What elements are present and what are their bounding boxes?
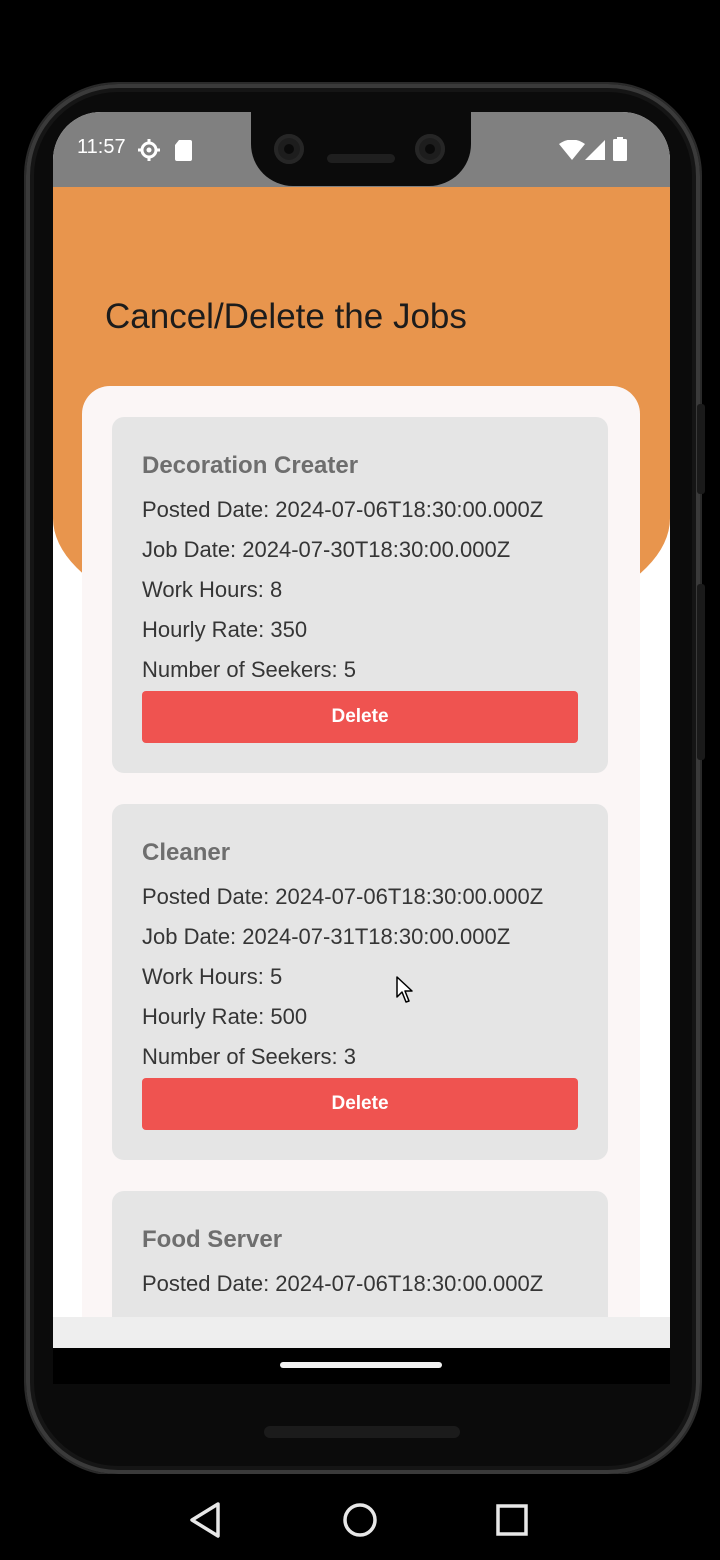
bottom-edge: [53, 1317, 670, 1348]
settings-icon: [138, 139, 160, 161]
navigation-bar: [0, 1474, 720, 1560]
delete-button[interactable]: Delete: [142, 691, 578, 743]
front-camera: [274, 134, 304, 164]
job-card: Cleaner Posted Date: 2024-07-06T18:30:00…: [112, 804, 608, 1160]
mouse-cursor-icon: [396, 976, 413, 1003]
bottom-speaker: [264, 1426, 460, 1438]
wifi-icon: [559, 140, 585, 160]
volume-button: [697, 584, 705, 760]
job-date: Job Date: 2024-07-31T18:30:00.000Z: [142, 924, 511, 949]
power-button: [697, 404, 705, 494]
job-title: Food Server: [142, 1226, 283, 1253]
posted-date: Posted Date: 2024-07-06T18:30:00.000Z: [142, 497, 544, 522]
front-camera: [415, 134, 445, 164]
posted-date: Posted Date: 2024-07-06T18:30:00.000Z: [142, 1271, 544, 1296]
job-date: Job Date: 2024-07-30T18:30:00.000Z: [142, 537, 511, 562]
home-icon[interactable]: [338, 1498, 382, 1542]
delete-button[interactable]: Delete: [142, 1078, 578, 1130]
job-card: Decoration Creater Posted Date: 2024-07-…: [112, 417, 608, 773]
number-of-seekers: Number of Seekers: 3: [142, 1044, 356, 1069]
job-title: Cleaner: [142, 839, 231, 866]
app-screen: Cancel/Delete the Jobs Decoration Create…: [53, 112, 670, 1348]
home-indicator[interactable]: [280, 1362, 442, 1368]
work-hours: Work Hours: 5: [142, 964, 283, 989]
number-of-seekers: Number of Seekers: 5: [142, 657, 356, 682]
gesture-area: [53, 1348, 670, 1384]
status-bar: 11:57: [53, 112, 670, 187]
recents-icon[interactable]: [490, 1498, 534, 1542]
clock: 11:57: [77, 136, 126, 158]
work-hours: Work Hours: 8: [142, 577, 283, 602]
job-title: Decoration Creater: [142, 452, 359, 479]
hourly-rate: Hourly Rate: 500: [142, 1004, 308, 1029]
signal-icon: [585, 140, 605, 160]
posted-date: Posted Date: 2024-07-06T18:30:00.000Z: [142, 884, 544, 909]
page-title: Cancel/Delete the Jobs: [105, 297, 467, 336]
battery-icon: [613, 137, 627, 161]
camera-notch: [251, 112, 471, 186]
hourly-rate: Hourly Rate: 350: [142, 617, 308, 642]
jobs-list[interactable]: Decoration Creater Posted Date: 2024-07-…: [82, 386, 640, 1348]
back-icon[interactable]: [184, 1498, 228, 1542]
sd-card-icon: [175, 140, 192, 161]
earpiece-speaker: [327, 154, 395, 163]
